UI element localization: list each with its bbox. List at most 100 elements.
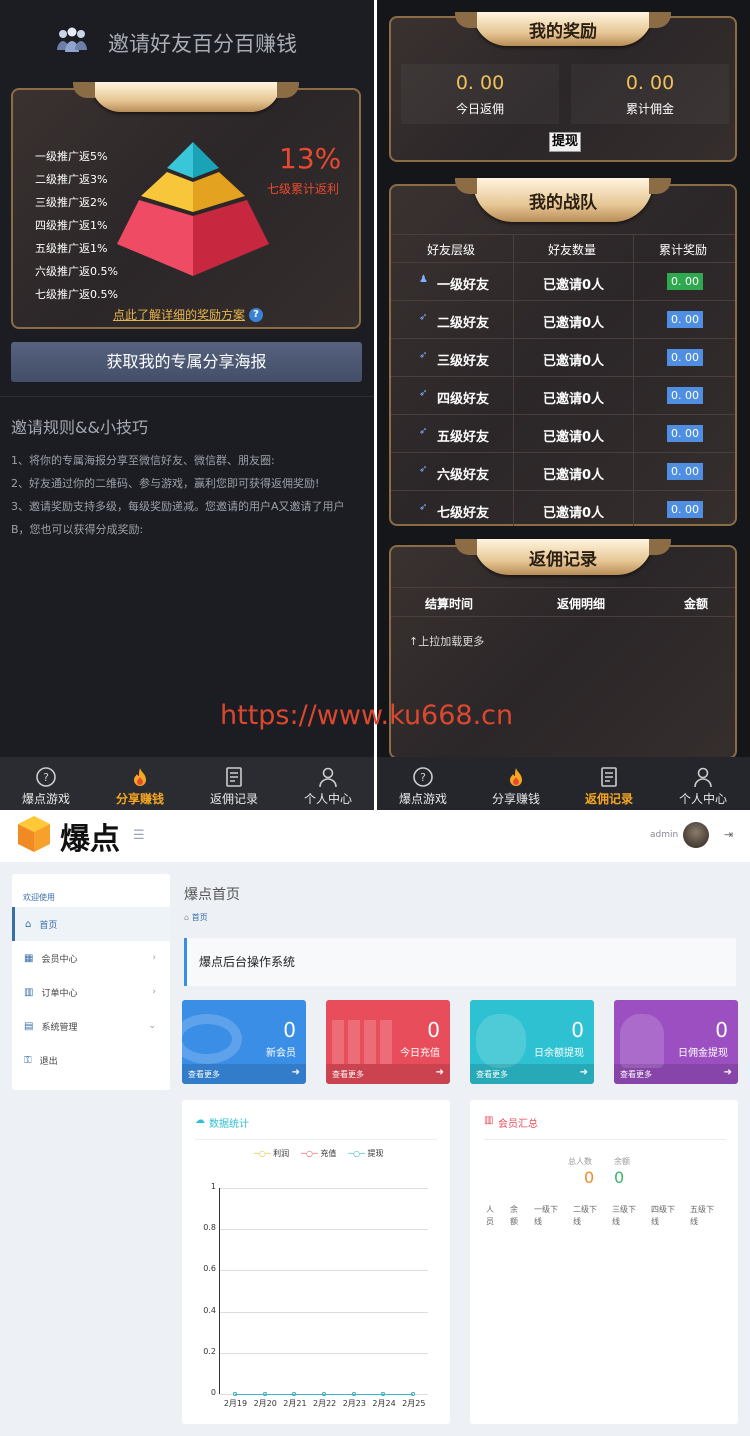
legend-item[interactable]: ─○─ 利润 — [254, 1148, 289, 1159]
fire-icon — [134, 768, 146, 786]
team-reward: 0. 00 — [667, 273, 703, 290]
today-rebate-value: 0. 00 — [455, 72, 505, 94]
breadcrumb-home[interactable]: 首页 — [192, 913, 208, 922]
legend-label: 提现 — [367, 1149, 384, 1158]
legend-label: 充值 — [320, 1149, 337, 1158]
team-level: 一级好友 — [437, 278, 490, 293]
stat-label: 日余额提现 — [534, 1048, 584, 1059]
avatar[interactable] — [683, 822, 709, 848]
team-count: 已邀请0人 — [543, 506, 605, 521]
withdraw-button[interactable]: 提现 — [549, 132, 581, 152]
tab-share[interactable]: 分享赚钱 — [94, 760, 186, 810]
column-header: 四级下线 — [651, 1205, 675, 1226]
menu-toggle-icon[interactable]: ☰ — [133, 828, 145, 843]
y-tick-label: 0 — [210, 1388, 216, 1397]
stat-today-recharge[interactable]: 0 今日充值 查看更多 ➜ — [326, 1000, 450, 1084]
banner-text: 爆点后台操作系统 — [199, 955, 296, 969]
stat-value: 0 — [427, 1018, 440, 1042]
team-row: ♟ 一级好友 已邀请0人 0. 00 — [391, 262, 735, 300]
document-icon — [226, 767, 242, 787]
y-tick-label: 0.6 — [203, 1264, 216, 1274]
help-icon[interactable]: ? — [249, 307, 264, 322]
view-more-link[interactable]: 查看更多 ➜ — [614, 1064, 738, 1084]
tab-share[interactable]: 分享赚钱 — [470, 760, 562, 810]
rocket-icon: ➶ — [419, 312, 428, 323]
column-header: 好友层级 — [427, 243, 476, 257]
legend-item[interactable]: ─○─ 充值 — [301, 1148, 336, 1159]
total-commission-label: 累计佣金 — [625, 102, 674, 116]
tab-games[interactable]: ? 爆点游戏 — [0, 760, 92, 810]
view-more-text[interactable]: 查看更多 — [188, 1070, 220, 1079]
tab-profile[interactable]: 个人中心 — [657, 760, 749, 810]
cloud-icon: ☁ — [195, 1115, 205, 1126]
breadcrumb[interactable]: ⌂ 首页 — [184, 912, 208, 923]
stat-balance-withdraw[interactable]: 0 日余额提现 查看更多 ➜ — [470, 1000, 594, 1084]
logo-icon — [16, 814, 52, 854]
total-commission-value: 0. 00 — [625, 72, 675, 94]
share-poster-button[interactable]: 获取我的专属分享海报 — [11, 342, 362, 382]
tab-games[interactable]: ? 爆点游戏 — [377, 760, 469, 810]
bar-chart-icon: ▥ — [24, 986, 34, 998]
team-row: ➶ 四级好友 已邀请0人 0. 00 — [391, 376, 735, 414]
sidebar-item-home[interactable]: ⌂ 首页 — [12, 907, 170, 941]
watermark: https://www.ku668.cn — [220, 700, 514, 731]
stat-commission-withdraw[interactable]: 0 日佣金提现 查看更多 ➜ — [614, 1000, 738, 1084]
bar-chart-icon: ▥ — [484, 1115, 494, 1126]
rocket-icon: ➶ — [419, 388, 428, 399]
view-more-link[interactable]: 查看更多 ➜ — [470, 1064, 594, 1084]
tab-profile[interactable]: 个人中心 — [282, 760, 374, 810]
level-item: 五级推广返1% — [35, 242, 108, 255]
legend-item[interactable]: ─○─ 提现 — [348, 1148, 383, 1159]
username[interactable]: admin — [650, 830, 678, 840]
x-tick-label: 2月21 — [283, 1399, 307, 1408]
col-divider — [633, 234, 634, 526]
team-reward: 0. 00 — [667, 463, 703, 480]
stat-new-members[interactable]: 0 新会员 查看更多 ➜ — [182, 1000, 306, 1084]
pyramid-image — [113, 140, 273, 290]
legend-marker: ─○─ — [348, 1149, 365, 1158]
detail-link-text[interactable]: 点此了解详细的奖励方案 — [113, 306, 245, 323]
member-summary-panel — [470, 1100, 738, 1424]
rewards-page: 我的奖励 0. 00 今日返佣 0. 00 累计佣金 提现 我的战队 好友层级 … — [377, 0, 750, 810]
sidebar-item-logout[interactable]: ⚿ 退出 — [12, 1043, 170, 1077]
legend-marker: ─○─ — [301, 1149, 318, 1158]
tab-label: 个人中心 — [303, 792, 352, 806]
load-more-text[interactable]: ↑上拉加载更多 — [409, 633, 484, 649]
view-more-text[interactable]: 查看更多 — [332, 1070, 364, 1079]
tab-rebate[interactable]: 返佣记录 — [563, 760, 655, 810]
apple-icon — [476, 1014, 526, 1068]
svg-text:?: ? — [420, 771, 426, 784]
rule-line: 1、将你的专属海报分享至微信好友、微信群、朋友圈: — [11, 454, 275, 467]
arrow-circle-icon: ➜ — [291, 1067, 300, 1078]
detail-link[interactable]: 点此了解详细的奖励方案 ? — [113, 306, 264, 323]
view-more-text[interactable]: 查看更多 — [476, 1070, 508, 1079]
column-header: 二级下线 — [573, 1205, 597, 1226]
user-icon — [319, 767, 337, 788]
sidebar-item-orders[interactable]: ▥ 订单中心 › — [12, 975, 170, 1009]
column-header: 好友数量 — [548, 243, 597, 257]
my-rewards-card: 我的奖励 0. 00 今日返佣 0. 00 累计佣金 提现 — [389, 12, 737, 162]
x-tick-label: 2月22 — [313, 1399, 337, 1408]
logout-icon[interactable]: ⇥ — [724, 828, 733, 841]
y-tick-label: 0.8 — [203, 1223, 216, 1233]
sidebar-item-system[interactable]: ▤ 系统管理 ⌄ — [12, 1009, 170, 1043]
my-team-card: 我的战队 好友层级 好友数量 累计奖励 ♟ 一级好友 已邀请0人 0. 00 ➶ 二级好友… — [389, 178, 737, 526]
bar-chart-icon — [332, 1020, 392, 1064]
team-row: ➶ 六级好友 已邀请0人 0. 00 — [391, 452, 735, 490]
grid-line — [220, 1311, 428, 1313]
view-more-link[interactable]: 查看更多 ➜ — [182, 1064, 306, 1084]
y-tick-label: 0.2 — [203, 1346, 216, 1356]
view-more-text[interactable]: 查看更多 — [620, 1070, 652, 1079]
team-row: ➶ 五级好友 已邀请0人 0. 00 — [391, 414, 735, 452]
grid-line — [220, 1229, 428, 1231]
team-row: ➶ 三级好友 已邀请0人 0. 00 — [391, 338, 735, 376]
system-banner: 爆点后台操作系统 — [184, 938, 736, 986]
tab-rebate[interactable]: 返佣记录 — [188, 760, 280, 810]
total-commission-box: 0. 00 累计佣金 — [571, 64, 729, 124]
arrow-circle-icon: ➜ — [579, 1067, 588, 1078]
column-header: 一级下线 — [534, 1205, 558, 1226]
view-more-link[interactable]: 查看更多 ➜ — [326, 1064, 450, 1084]
today-rebate-label: 今日返佣 — [455, 102, 504, 116]
team-reward: 0. 00 — [667, 311, 703, 328]
sidebar-item-members[interactable]: ▦ 会员中心 › — [12, 941, 170, 975]
